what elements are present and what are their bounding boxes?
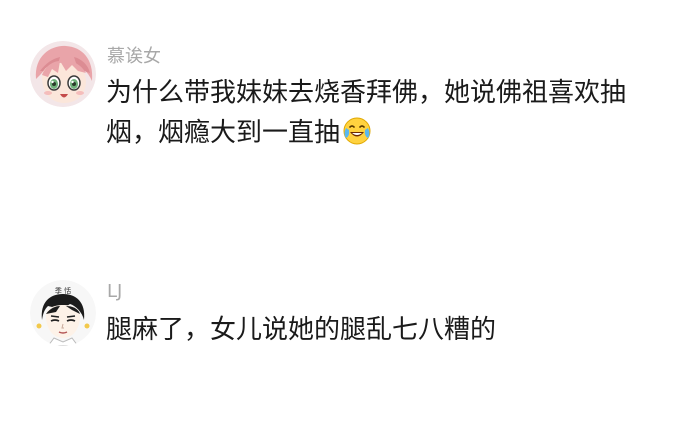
anime-girl-pink-hair-avatar-icon <box>30 41 96 107</box>
crying-laughing-emoji-icon <box>343 117 371 145</box>
cartoon-black-hair-boy-avatar-icon: 季 恬 <box>30 280 96 346</box>
comment-list: 慕诶女 为什么带我妹妹去烧香拜佛，她说佛祖喜欢抽烟，烟瘾大到一直抽 季 恬 LJ… <box>0 0 690 438</box>
avatar-text: 季 恬 <box>55 286 71 295</box>
comment-text: 腿麻了，女儿说她的腿乱七八糟的 <box>106 315 497 345</box>
avatar[interactable]: 季 恬 <box>30 280 96 346</box>
username[interactable]: LJ <box>107 281 122 302</box>
username[interactable]: 慕诶女 <box>107 42 161 68</box>
comment-text: 为什么带我妹妹去烧香拜佛，她说佛祖喜欢抽烟，烟瘾大到一直抽 <box>106 73 666 153</box>
avatar[interactable] <box>30 41 96 107</box>
